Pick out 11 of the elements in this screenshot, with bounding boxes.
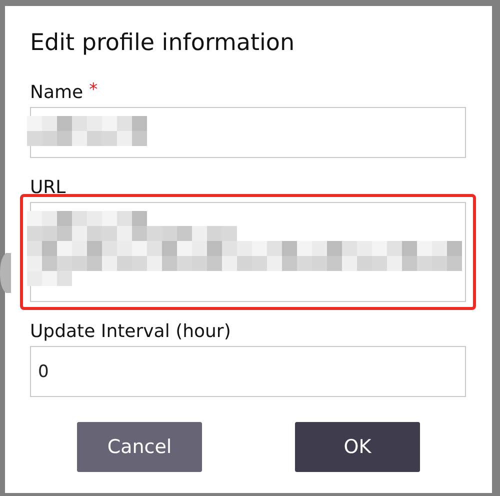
- ok-button[interactable]: OK: [295, 422, 420, 472]
- field-label: Update Interval (hour): [30, 320, 231, 344]
- url-text-area[interactable]: [30, 202, 466, 302]
- dialog-title: Edit profile information: [30, 30, 296, 56]
- side-tab-icon: [0, 253, 11, 293]
- required-mark: *: [89, 80, 98, 100]
- input-value[interactable]: 0: [31, 347, 465, 396]
- field-label: URL: [30, 176, 66, 200]
- text-input-field[interactable]: [30, 107, 466, 158]
- field-label: Name: [30, 81, 84, 105]
- cancel-button[interactable]: Cancel: [77, 422, 202, 472]
